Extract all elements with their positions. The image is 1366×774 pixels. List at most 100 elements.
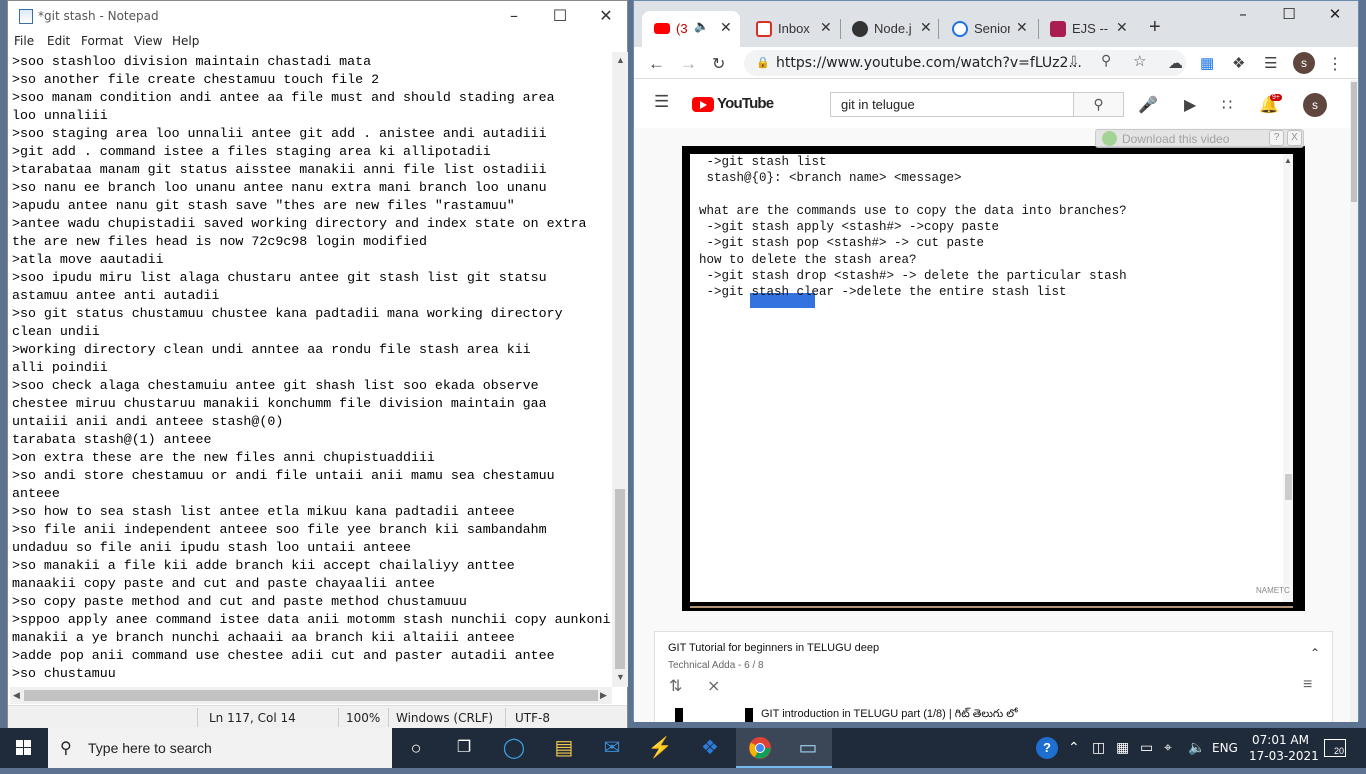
notification-count: 20	[1333, 746, 1346, 756]
cortana-icon[interactable]: ○	[392, 728, 440, 768]
scroll-right-icon[interactable]: ▶	[600, 690, 607, 701]
scroll-up-icon[interactable]: ▲	[616, 55, 625, 65]
help-icon[interactable]: ?	[1036, 737, 1058, 759]
text-line: >so copy paste method and cut and paste …	[12, 594, 467, 609]
tab-node[interactable]: Node.j ✕	[840, 11, 938, 47]
avatar[interactable]: s	[1303, 93, 1327, 117]
task-view-icon[interactable]: ❐	[440, 728, 488, 768]
close-button[interactable]: ✕	[583, 1, 629, 32]
extensions-icon[interactable]: ❖	[1232, 54, 1245, 72]
url-text: https://www.youtube.com/watch?v=fLUz2...	[776, 55, 1082, 71]
video-player[interactable]: ->git stash list stash@{0}: <branch name…	[682, 146, 1305, 611]
text-line: >soo check alaga chestamuiu antee git sh…	[12, 378, 539, 393]
create-video-icon[interactable]: ▶	[1184, 95, 1196, 115]
translate-icon[interactable]: ▦	[1200, 54, 1214, 72]
close-tab-icon[interactable]: ✕	[1116, 19, 1128, 36]
language-indicator[interactable]: ENG	[1212, 741, 1238, 755]
kite-icon[interactable]: ⚡	[636, 728, 684, 768]
vertical-scrollbar[interactable]: ▲ ▼	[612, 52, 628, 687]
loop-icon[interactable]: ⇅	[669, 676, 682, 696]
chevron-up-icon[interactable]: ⌃	[1310, 646, 1320, 660]
search-input[interactable]: git in telugue	[830, 92, 1074, 117]
hamburger-icon[interactable]: ☰	[654, 92, 669, 112]
install-icon[interactable]: ⇩	[1068, 53, 1080, 70]
ejs-icon	[1050, 21, 1066, 37]
wifi-icon[interactable]: ⌖	[1164, 739, 1172, 756]
close-button[interactable]: ✕	[1312, 5, 1358, 35]
volume-icon[interactable]: 🔈	[1188, 739, 1205, 756]
taskbar-search-input[interactable]: ⚲ Type here to search	[48, 728, 392, 768]
close-tab-icon[interactable]: ✕	[720, 19, 732, 36]
tab-senior[interactable]: Senior ✕	[940, 11, 1038, 47]
menu-icon[interactable]: ⋮	[1327, 54, 1343, 74]
chevron-up-icon[interactable]: ⌃	[1068, 739, 1080, 756]
close-icon[interactable]: X	[1287, 130, 1302, 146]
minimize-button[interactable]: –	[1220, 5, 1266, 35]
address-bar[interactable]: 🔒 https://www.youtube.com/watch?v=fLUz2.…	[744, 50, 1186, 76]
reload-icon[interactable]: ↻	[712, 54, 725, 74]
playlist-title[interactable]: GIT Tutorial for beginners in TELUGU dee…	[668, 642, 879, 654]
clock-time[interactable]: 07:01 AM	[1252, 733, 1309, 747]
forward-icon[interactable]: →	[680, 54, 697, 74]
text-line: the are new files head is now 72c9c98 lo…	[12, 234, 427, 249]
menu-edit[interactable]: Edit	[47, 34, 70, 48]
horizontal-scrollbar[interactable]: ◀ ▶	[10, 687, 612, 704]
close-tab-icon[interactable]: ✕	[920, 19, 932, 36]
help-icon[interactable]: ?	[1269, 130, 1284, 146]
new-tab-icon[interactable]: +	[1149, 16, 1161, 39]
mail-icon[interactable]: ✉	[588, 728, 636, 768]
text-line: >soo staging area loo unnalii antee git …	[12, 126, 547, 141]
maximize-button[interactable]: ☐	[1266, 5, 1312, 35]
text-line: untaiii anii andi anteee stash@(0)	[12, 414, 284, 429]
vertical-scroll-thumb[interactable]	[615, 489, 625, 669]
zoom-icon[interactable]: ⚲	[1101, 52, 1111, 69]
bookmark-star-icon[interactable]: ☆	[1133, 52, 1146, 70]
search-button[interactable]: ⚲	[1074, 92, 1124, 117]
clock-date[interactable]: 17-03-2021	[1249, 749, 1319, 763]
mic-icon[interactable]: 🎤	[1138, 95, 1158, 115]
back-icon[interactable]: ←	[648, 54, 665, 74]
notepad-taskbar-icon[interactable]: ▭	[784, 728, 832, 768]
youtube-logo-text[interactable]: YouTube	[717, 95, 774, 112]
text-line: astamuu antee anti autadii	[12, 288, 220, 303]
shuffle-icon[interactable]: ⨯	[707, 676, 720, 696]
playlist-item-title[interactable]: GIT introduction in TELUGU part (1/8) | …	[761, 708, 1018, 722]
dropbox-icon[interactable]: ❖	[686, 728, 734, 768]
text-editor[interactable]: >soo stashloo division maintain chastadi…	[10, 52, 612, 687]
gmail-icon	[756, 21, 772, 37]
text-line: >so manakii a file kii adde branch kii a…	[12, 558, 515, 573]
text-line: >apudu antee nanu git stash save "thes a…	[12, 198, 515, 213]
notepad-titlebar[interactable]: *git stash - Notepad – ☐ ✕	[8, 1, 627, 32]
edge-icon[interactable]: ◯	[490, 728, 538, 768]
horizontal-scroll-thumb[interactable]	[24, 690, 598, 701]
cloud-icon[interactable]: ☁	[1168, 54, 1183, 72]
text-line: undaduu so file anii ipudu stash loo unt…	[12, 540, 411, 555]
minimize-button[interactable]: –	[491, 1, 537, 32]
add-to-queue-icon[interactable]: ≡	[1303, 676, 1312, 694]
close-tab-icon[interactable]: ✕	[1016, 19, 1028, 36]
windows-start-icon[interactable]	[0, 728, 48, 768]
tab-gmail[interactable]: Inbox ( ✕	[744, 11, 842, 47]
apps-grid-icon[interactable]: ∷	[1222, 95, 1232, 115]
scroll-down-icon[interactable]: ▼	[616, 672, 625, 682]
tab-ejs[interactable]: EJS -- ✕	[1038, 11, 1136, 47]
download-video-button[interactable]: Download this video ? X	[1095, 129, 1304, 148]
menu-format[interactable]: Format	[81, 34, 123, 48]
tab-youtube[interactable]: (3 🔈 ✕	[642, 11, 740, 47]
storage-icon[interactable]: ▦	[1116, 739, 1129, 756]
profile-avatar[interactable]: s	[1293, 52, 1315, 74]
battery-icon[interactable]: ▭	[1140, 739, 1153, 756]
scroll-left-icon[interactable]: ◀	[13, 690, 20, 701]
file-explorer-icon[interactable]: ▤	[540, 728, 588, 768]
maximize-button[interactable]: ☐	[537, 1, 583, 32]
video-frame[interactable]: ->git stash list stash@{0}: <branch name…	[690, 154, 1293, 608]
speaker-icon[interactable]: 🔈	[694, 19, 709, 33]
menu-file[interactable]: File	[14, 34, 34, 48]
menu-help[interactable]: Help	[172, 34, 199, 48]
page-scrollbar[interactable]	[1350, 80, 1358, 722]
menu-view[interactable]: View	[134, 34, 162, 48]
media-icon[interactable]: ☰	[1264, 54, 1277, 72]
chrome-icon[interactable]	[736, 728, 784, 768]
network-device-icon[interactable]: ◫	[1092, 739, 1105, 756]
close-tab-icon[interactable]: ✕	[820, 19, 832, 36]
